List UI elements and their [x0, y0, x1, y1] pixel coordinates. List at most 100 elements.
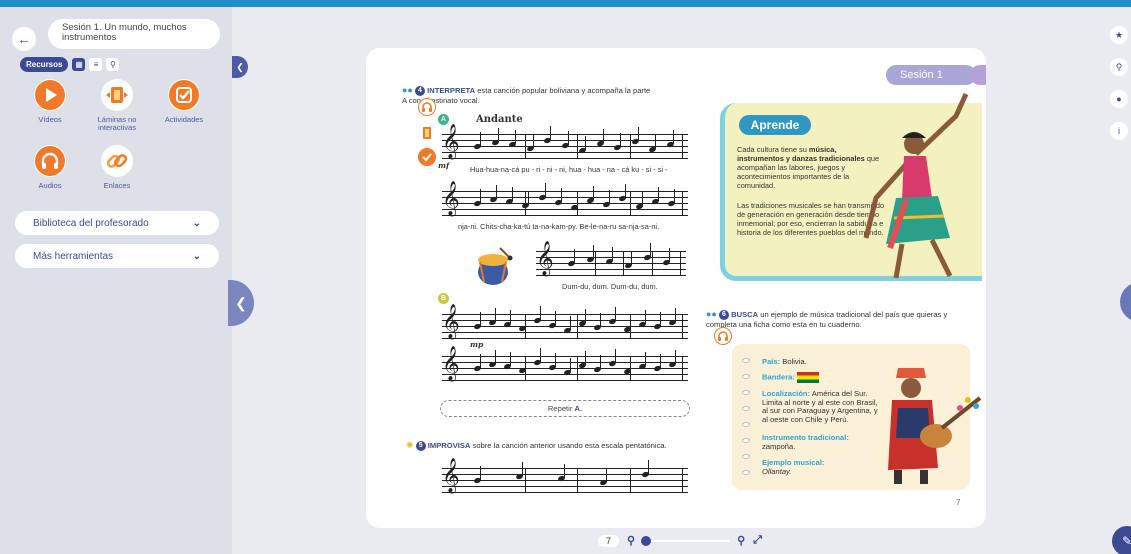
task-number: 5 [415, 441, 426, 451]
grid-view-icon[interactable]: ▦ [72, 58, 86, 71]
zoom-in-icon[interactable]: ⚲ [737, 534, 745, 547]
note-stem [593, 186, 595, 200]
card-bandera: Bandera: [762, 372, 820, 383]
bar-line [682, 468, 683, 492]
accordion-biblioteca[interactable]: Biblioteca del profesorado ⌄ [15, 211, 219, 235]
note-stem [612, 247, 613, 261]
note-stem [496, 185, 498, 199]
note-stem [675, 308, 676, 322]
list-view-icon[interactable]: ≡ [89, 58, 103, 71]
info-icon[interactable]: i [1110, 122, 1128, 140]
note-stem [620, 133, 621, 147]
binder-ring [742, 422, 750, 427]
music-staff: 𝄞 [442, 306, 688, 339]
search-icon[interactable]: ⚲ [106, 58, 120, 71]
task-number: 4 [415, 86, 425, 96]
zoom-slider[interactable] [641, 535, 730, 546]
staff-line [442, 158, 688, 159]
bar-line [524, 314, 526, 338]
bar-line [577, 134, 578, 158]
binder-ring [742, 454, 750, 459]
note-stem [510, 352, 511, 366]
note-stem [528, 191, 530, 205]
staff-line [442, 191, 688, 192]
note-stem [641, 192, 643, 206]
zoom-slider-handle[interactable] [641, 535, 652, 546]
resource-label: Audios [38, 181, 62, 190]
resource-laminas[interactable]: Láminas no interactivas [87, 79, 147, 132]
note-stem [673, 189, 675, 203]
bar-line [651, 251, 653, 275]
note-stem [555, 353, 556, 367]
audio-headphones-icon[interactable] [418, 98, 436, 116]
recursos-tab[interactable]: Recursos [20, 57, 69, 72]
note-stem [544, 183, 546, 197]
page-indicator[interactable]: 7 [598, 534, 620, 547]
note-stem [602, 129, 604, 143]
resource-audios[interactable]: Audios [20, 145, 80, 190]
search-icon[interactable]: ⚲ [1110, 58, 1128, 76]
staff-line [442, 474, 688, 475]
note-stem [645, 310, 646, 324]
accordion-herramientas[interactable]: Más herramientas ⌄ [15, 244, 219, 268]
session-title: Sesión 1. Un mundo, muchos instrumentos [48, 19, 220, 49]
audio-headphones-icon[interactable] [714, 327, 732, 345]
zoom-out-icon[interactable]: ⚲ [627, 534, 635, 547]
chevron-down-icon: ⌄ [192, 217, 201, 229]
note-stem [522, 462, 523, 476]
staff-line [442, 338, 688, 339]
resource-enlaces[interactable]: Enlaces [87, 145, 147, 190]
dancer-illustration [846, 88, 986, 283]
musician-illustration [872, 358, 986, 488]
bar-line [524, 191, 526, 215]
note-stem [540, 348, 541, 362]
note-stem [615, 307, 616, 321]
pencil-icon[interactable]: ✎ [1112, 526, 1131, 554]
binder-ring [742, 470, 750, 475]
note-stem [675, 350, 676, 364]
note-stem [660, 312, 661, 326]
bar-line [594, 251, 596, 275]
check-icon[interactable] [418, 148, 436, 166]
accordion-label: Más herramientas [33, 250, 114, 262]
dynamic-mf: mf [438, 161, 450, 170]
staff-line [536, 251, 686, 252]
group-icon: ●● [706, 309, 717, 319]
treble-clef-icon: 𝄞 [442, 458, 460, 493]
note-stem [550, 126, 551, 140]
accordion-label: Biblioteca del profesorado [33, 217, 149, 229]
collapse-sidebar-button[interactable]: ❮ [232, 56, 248, 78]
bar-line [577, 314, 578, 338]
pin-icon[interactable]: ● [1110, 90, 1128, 108]
layers-icon[interactable] [418, 124, 436, 142]
resource-actividades[interactable]: Actividades [154, 79, 214, 124]
bar-line [629, 191, 631, 215]
resource-videos[interactable]: Vídeos [20, 79, 80, 124]
repeat-label: Repetir [547, 404, 573, 413]
staff-line [442, 320, 688, 321]
repeat-instruction: Repetir A. [440, 400, 690, 417]
chevron-down-icon: ⌄ [192, 250, 201, 262]
treble-clef-icon: 𝄞 [442, 346, 460, 381]
note-stem [648, 460, 649, 474]
treble-clef-icon: 𝄞 [536, 241, 554, 276]
back-button[interactable]: ← [12, 27, 36, 51]
example-card: País: Bolivia. Bandera: Localización: Am… [732, 344, 982, 490]
task-4: ●● 4 INTERPRETA esta canción popular bol… [402, 86, 652, 106]
section-b-badge: B [438, 293, 449, 304]
note-stem [567, 131, 569, 145]
previous-page-button[interactable]: ❮ [228, 280, 254, 326]
card-label: Instrumento tradicional: [762, 433, 849, 442]
note-stem [625, 184, 627, 198]
bolivia-flag-icon [797, 372, 820, 383]
fullscreen-icon[interactable]: ⤢ [753, 534, 762, 547]
sidebar: ← Sesión 1. Un mundo, muchos instrumento… [0, 7, 232, 554]
next-page-button[interactable] [1120, 282, 1131, 322]
treble-clef-icon: 𝄞 [442, 124, 460, 159]
lightbulb-icon: ✺ [406, 440, 414, 450]
card-label: País: [762, 357, 781, 366]
staff-line [442, 492, 688, 493]
note-stem [495, 350, 496, 364]
star-icon[interactable]: ★ [1110, 26, 1128, 44]
task-5: ✺ 5 IMPROVISA sobre la canción anterior … [406, 441, 706, 451]
